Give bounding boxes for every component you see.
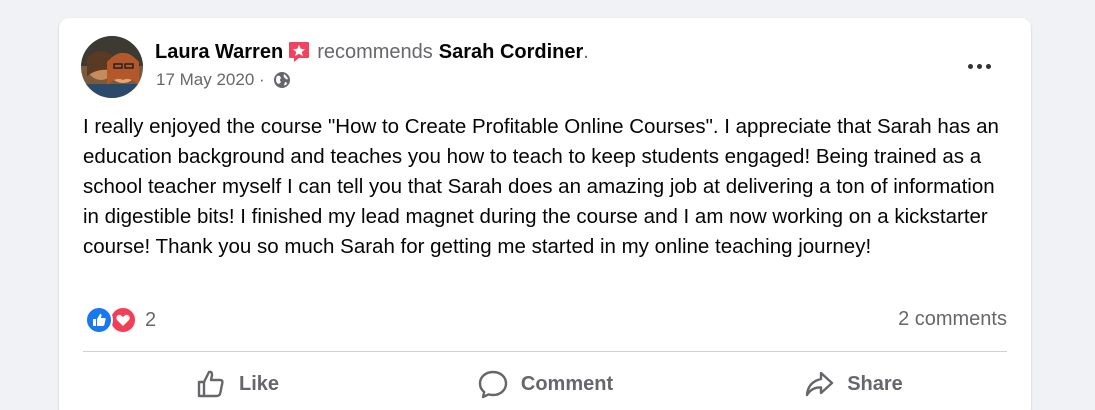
avatar[interactable] — [81, 36, 143, 98]
reactions-summary[interactable]: 2 — [85, 306, 156, 334]
recommend-icon — [287, 40, 311, 64]
post-date[interactable]: 17 May 2020 — [156, 70, 254, 90]
post-card: Laura Warren recommends Sarah Cordiner .… — [59, 18, 1031, 410]
share-arrow-icon — [803, 368, 835, 400]
comment-bubble-icon — [477, 368, 509, 400]
more-dot-icon — [967, 63, 973, 69]
globe-icon[interactable] — [273, 71, 291, 89]
author-name[interactable]: Laura Warren — [155, 39, 283, 65]
comments-count-link[interactable]: 2 comments — [898, 308, 1007, 331]
like-label: Like — [238, 372, 280, 395]
more-dot-icon — [985, 63, 991, 69]
share-label: Share — [847, 372, 903, 395]
reaction-count: 2 — [145, 308, 157, 331]
post-header: Laura Warren recommends Sarah Cordiner . — [155, 39, 589, 65]
post-body: I really enjoyed the course "How to Crea… — [83, 115, 999, 258]
post-meta: 17 May 2020 · — [156, 70, 291, 90]
love-icon — [109, 306, 137, 334]
page-name[interactable]: Sarah Cordiner — [439, 39, 583, 65]
action-bar: Like Comment Share — [83, 360, 1007, 408]
more-dot-icon — [976, 63, 982, 69]
thumbs-up-icon — [195, 368, 227, 400]
divider — [83, 351, 1007, 352]
comment-button[interactable]: Comment — [391, 360, 699, 408]
more-options-button[interactable] — [954, 48, 1004, 84]
share-button[interactable]: Share — [699, 360, 1007, 408]
trailing-punct: . — [583, 41, 589, 63]
like-button[interactable]: Like — [83, 360, 391, 408]
recommend-verb: recommends — [317, 41, 433, 63]
comment-label: Comment — [520, 372, 614, 395]
meta-separator: · — [254, 70, 270, 89]
like-icon — [85, 306, 113, 334]
